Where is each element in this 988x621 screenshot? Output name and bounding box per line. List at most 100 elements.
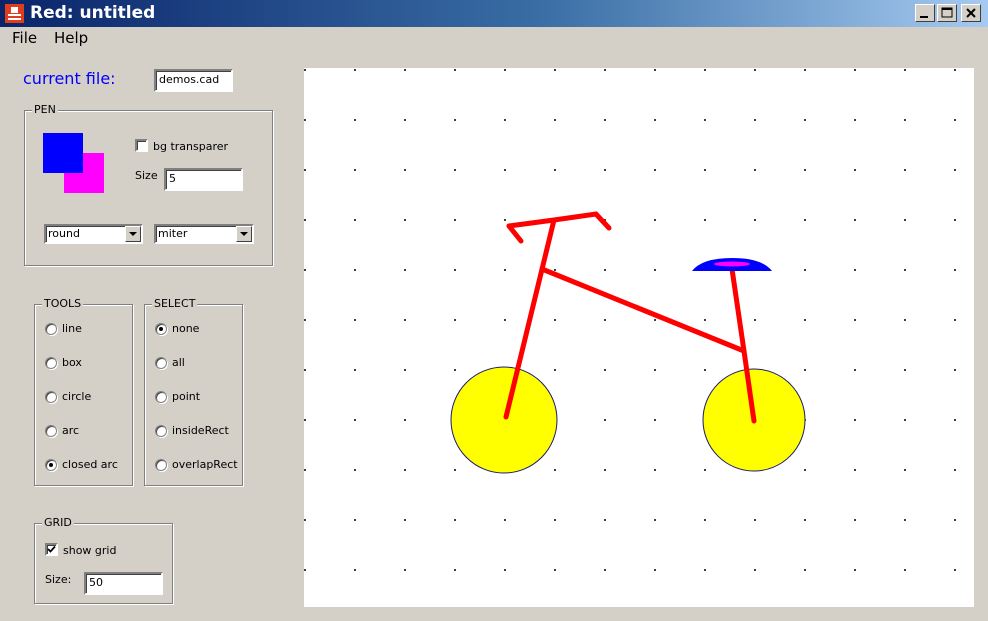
grid-dot — [454, 219, 456, 221]
grid-dot — [604, 319, 606, 321]
grid-dot — [404, 469, 406, 471]
grid-dot — [404, 369, 406, 371]
grid-dot — [454, 319, 456, 321]
current-file-field[interactable]: demos.cad — [154, 69, 233, 92]
select-radio[interactable] — [155, 323, 167, 335]
grid-dot — [854, 119, 856, 121]
chevron-down-icon — [129, 232, 137, 236]
grid-dot — [704, 319, 706, 321]
seat-post-line[interactable] — [729, 266, 747, 354]
bg-transparent-checkbox[interactable] — [135, 139, 148, 152]
grid-dot — [904, 569, 906, 571]
close-icon — [966, 8, 976, 18]
grid-dot — [954, 469, 956, 471]
grid-dot — [604, 69, 606, 71]
title-bar[interactable]: Red: untitled — [0, 0, 988, 27]
fg-color-swatch[interactable] — [43, 133, 83, 173]
grid-dot — [604, 569, 606, 571]
menu-file[interactable]: File — [12, 29, 37, 47]
tools-group-title: TOOLS — [42, 297, 84, 310]
grid-dot — [354, 69, 356, 71]
drawing-surface[interactable] — [304, 68, 974, 607]
grid-dot — [654, 69, 656, 71]
grid-dot — [604, 369, 606, 371]
drawing-canvas[interactable] — [304, 68, 974, 607]
grid-dot — [604, 519, 606, 521]
close-button[interactable] — [961, 4, 981, 22]
tool-radio[interactable] — [45, 391, 57, 403]
cap-style-select[interactable]: round — [44, 224, 143, 244]
grid-dot — [904, 69, 906, 71]
grid-dot — [454, 519, 456, 521]
handlebar-grip-line[interactable] — [506, 223, 524, 244]
pen-size-field[interactable]: 5 — [164, 168, 243, 191]
grid-dot — [704, 169, 706, 171]
grid-dot — [804, 519, 806, 521]
grid-dot — [404, 69, 406, 71]
grid-dot — [654, 119, 656, 121]
grid-dot — [504, 219, 506, 221]
grid-dot — [604, 469, 606, 471]
grid-dot — [504, 319, 506, 321]
app-icon[interactable] — [5, 4, 24, 23]
minimize-button[interactable] — [915, 4, 935, 22]
grid-dot — [754, 519, 756, 521]
grid-dot — [754, 219, 756, 221]
pen-group-title: PEN — [32, 103, 58, 116]
front-wheel[interactable] — [450, 366, 558, 474]
select-radio[interactable] — [155, 391, 167, 403]
tool-radio[interactable] — [45, 357, 57, 369]
grid-dot — [504, 169, 506, 171]
select-radio[interactable] — [155, 459, 167, 471]
grid-dot — [354, 569, 356, 571]
grid-dot — [854, 569, 856, 571]
menu-help[interactable]: Help — [54, 29, 88, 47]
grid-dot — [854, 519, 856, 521]
grid-dot — [354, 169, 356, 171]
show-grid-checkbox[interactable] — [45, 543, 58, 556]
cap-style-dropdown-button[interactable] — [125, 226, 141, 242]
grid-dot — [304, 69, 306, 71]
grid-dot — [404, 219, 406, 221]
grid-dot — [454, 469, 456, 471]
grid-dot — [304, 569, 306, 571]
grid-dot — [854, 69, 856, 71]
tool-radio[interactable] — [45, 323, 57, 335]
grid-dot — [954, 419, 956, 421]
select-radio[interactable] — [155, 425, 167, 437]
grid-dot — [804, 369, 806, 371]
grid-dot — [404, 319, 406, 321]
grid-dot — [554, 119, 556, 121]
tool-option-label: circle — [62, 390, 92, 403]
grid-dot — [954, 119, 956, 121]
join-style-dropdown-button[interactable] — [236, 226, 252, 242]
grid-dot — [804, 569, 806, 571]
grid-dot — [454, 269, 456, 271]
grid-dot — [754, 69, 756, 71]
handlebar-line[interactable] — [506, 211, 612, 231]
grid-dot — [854, 269, 856, 271]
grid-group-title: GRID — [42, 516, 74, 529]
maximize-button[interactable] — [937, 4, 957, 22]
grid-dot — [754, 569, 756, 571]
grid-dot — [954, 569, 956, 571]
grid-dot — [954, 369, 956, 371]
tool-option-label: closed arc — [62, 458, 118, 471]
grid-dot — [304, 219, 306, 221]
grid-dot — [554, 169, 556, 171]
tool-radio[interactable] — [45, 459, 57, 471]
grid-dot — [554, 469, 556, 471]
tool-radio[interactable] — [45, 425, 57, 437]
grid-dot — [454, 569, 456, 571]
grid-dot — [304, 319, 306, 321]
grid-dots — [304, 69, 956, 571]
grid-dot — [404, 519, 406, 521]
join-style-select[interactable]: miter — [154, 224, 254, 244]
grid-dot — [704, 69, 706, 71]
top-tube-line[interactable] — [539, 266, 747, 354]
grid-dot — [354, 219, 356, 221]
grid-dot — [354, 419, 356, 421]
grid-dot — [654, 519, 656, 521]
grid-size-field[interactable]: 50 — [84, 572, 163, 595]
select-radio[interactable] — [155, 357, 167, 369]
